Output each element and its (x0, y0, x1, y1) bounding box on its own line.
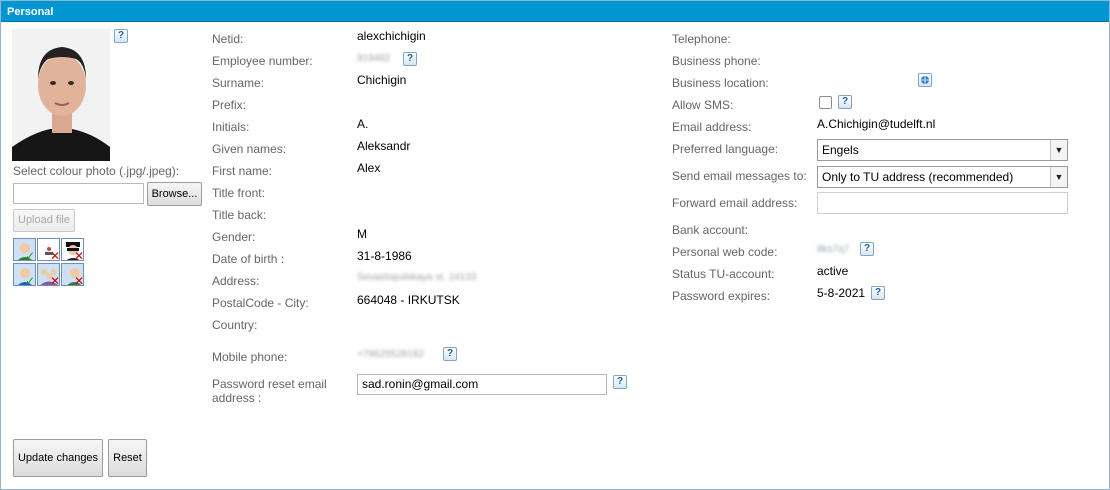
location-globe-icon[interactable] (918, 73, 932, 87)
rejected-x-icon: ✕ (73, 249, 84, 261)
netid-value: alexchichigin (357, 29, 426, 43)
netid-label: Netid: (212, 32, 244, 46)
initials-value: A. (357, 117, 369, 131)
country-label: Country: (212, 318, 258, 332)
pw-expires-help-icon[interactable]: ? (871, 286, 885, 300)
pw-reset-email-input[interactable]: sad.ronin@gmail.com (357, 374, 607, 395)
gender-label: Gender: (212, 230, 256, 244)
dob-label: Date of birth : (212, 252, 285, 266)
send-email-label: Send email messages to: (672, 169, 807, 183)
bank-account-label: Bank account: (672, 223, 749, 237)
select-photo-label: Select colour photo (.jpg/.jpeg): (13, 164, 180, 178)
first-name-label: First name: (212, 164, 273, 178)
dob-value: 31-8-1986 (357, 249, 412, 263)
allow-sms-label: Allow SMS: (672, 98, 734, 112)
send-email-value: Only to TU address (recommended) (822, 170, 1014, 184)
approved-check-icon: ✓ (24, 274, 35, 286)
mobile-phone-label: Mobile phone: (212, 350, 288, 364)
gender-value: M (357, 227, 367, 241)
telephone-label: Telephone: (672, 32, 731, 46)
mobile-phone-value: +79625528182 (357, 349, 425, 360)
preferred-language-select[interactable]: Engels ▼ (817, 139, 1068, 161)
title-back-label: Title back: (212, 208, 267, 222)
allow-sms-help-icon[interactable]: ? (838, 95, 852, 109)
postal-city-value: 664048 - IRKUTSK (357, 293, 460, 307)
postal-city-label: PostalCode - City: (212, 296, 309, 310)
initials-label: Initials: (212, 120, 250, 134)
mobile-phone-help-icon[interactable]: ? (443, 347, 457, 361)
email-value: A.Chichigin@tudelft.nl (817, 117, 936, 131)
photo-guidelines-grid: ✓ ✕ ✕ ✓ ✕ ✕ (13, 238, 85, 288)
approved-check-icon: ✓ (24, 249, 35, 261)
surname-label: Surname: (212, 76, 265, 90)
business-location-label: Business location: (672, 76, 769, 90)
pw-expires-value: 5-8-2021 (817, 286, 866, 300)
photo-guideline-6: ✕ (61, 263, 84, 286)
forward-email-input[interactable] (817, 192, 1068, 214)
employee-number-value: 919482 (357, 53, 391, 64)
panel-title: Personal (1, 1, 1109, 22)
pw-reset-email-label-line2: address : (212, 391, 262, 405)
update-changes-button[interactable]: Update changes (13, 439, 103, 477)
allow-sms-checkbox[interactable] (819, 96, 832, 109)
photo-guideline-5: ✕ (37, 263, 60, 286)
personal-panel: Personal ? Select colour photo (.jpg/.jp… (0, 0, 1110, 490)
title-front-label: Title front: (212, 186, 265, 200)
photo-guideline-2: ✕ (37, 238, 60, 261)
address-value: Sevastopolskaya st. 24133 (357, 272, 477, 283)
pw-expires-label: Password expires: (672, 289, 771, 303)
web-code-label: Personal web code: (672, 245, 778, 259)
status-value: active (817, 264, 849, 278)
send-email-select[interactable]: Only to TU address (recommended) ▼ (817, 166, 1068, 188)
rejected-x-icon: ✕ (49, 274, 60, 286)
email-label: Email address: (672, 120, 752, 134)
given-names-value: Aleksandr (357, 139, 411, 153)
photo-help-icon[interactable]: ? (114, 29, 128, 43)
pw-reset-email-label-line1: Password reset email (212, 377, 327, 391)
upload-file-button[interactable]: Upload file (13, 209, 75, 232)
photo-guideline-1: ✓ (13, 238, 36, 261)
address-label: Address: (212, 274, 260, 288)
browse-button[interactable]: Browse... (147, 182, 202, 206)
preferred-language-label: Preferred language: (672, 142, 779, 156)
employee-number-label: Employee number: (212, 54, 313, 68)
chevron-down-icon[interactable]: ▼ (1050, 140, 1067, 160)
web-code-help-icon[interactable]: ? (860, 242, 874, 256)
reset-button[interactable]: Reset (108, 439, 147, 477)
photo-guideline-4: ✓ (13, 263, 36, 286)
photo-guideline-3: ✕ (61, 238, 84, 261)
rejected-x-icon: ✕ (49, 249, 60, 261)
employee-number-help-icon[interactable]: ? (403, 52, 417, 66)
photo-file-input[interactable] (13, 183, 144, 204)
profile-photo (12, 29, 110, 161)
prefix-label: Prefix: (212, 98, 247, 112)
status-label: Status TU-account: (672, 267, 775, 281)
forward-email-label: Forward email address: (672, 196, 798, 210)
first-name-value: Alex (357, 161, 381, 175)
pw-reset-email-help-icon[interactable]: ? (613, 375, 627, 389)
chevron-down-icon[interactable]: ▼ (1050, 167, 1067, 187)
profile-photo-image (12, 29, 110, 161)
given-names-label: Given names: (212, 142, 287, 156)
business-phone-label: Business phone: (672, 54, 761, 68)
preferred-language-value: Engels (822, 143, 859, 157)
surname-value: Chichigin (357, 73, 407, 87)
web-code-value: 8ks7q7 (817, 244, 850, 255)
rejected-x-icon: ✕ (73, 274, 84, 286)
